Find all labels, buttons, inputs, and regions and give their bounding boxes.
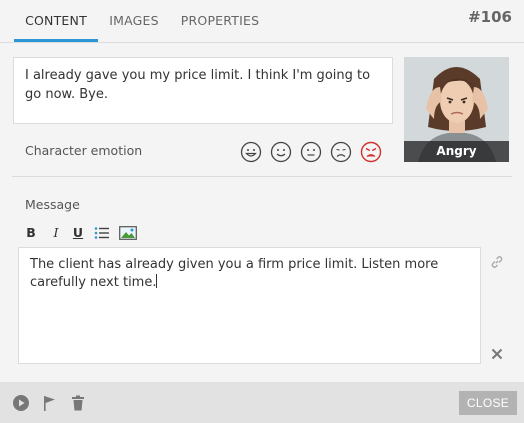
- footer-bar: CLOSE: [0, 382, 524, 423]
- message-text: The client has already given you a firm …: [30, 257, 439, 290]
- close-button[interactable]: CLOSE: [459, 391, 517, 415]
- italic-button[interactable]: I: [47, 224, 65, 242]
- active-tab-indicator: [14, 39, 98, 42]
- tab-bar: CONTENT IMAGES PROPERTIES #106: [0, 0, 524, 43]
- insert-image-icon[interactable]: [119, 224, 137, 242]
- bold-button[interactable]: B: [22, 224, 40, 242]
- link-icon[interactable]: [490, 254, 504, 268]
- text-caret: [156, 274, 158, 288]
- flag-icon[interactable]: [41, 394, 59, 412]
- message-text-field[interactable]: The client has already given you a firm …: [18, 247, 481, 364]
- underline-button[interactable]: U: [69, 224, 87, 242]
- card-number: #106: [468, 8, 512, 26]
- section-divider: [12, 176, 512, 177]
- trash-icon[interactable]: [69, 394, 87, 412]
- character-emotion-label: Character emotion: [25, 143, 143, 158]
- character-portrait[interactable]: Angry: [404, 57, 509, 162]
- delete-message-icon[interactable]: [491, 345, 503, 360]
- character-line-field[interactable]: I already gave you my price limit. I thi…: [13, 57, 393, 124]
- sad-face-icon[interactable]: [330, 141, 352, 163]
- tab-properties[interactable]: PROPERTIES: [176, 0, 264, 41]
- happy-face-icon[interactable]: [270, 141, 292, 163]
- message-label: Message: [25, 197, 80, 212]
- portrait-emotion-label: Angry: [404, 141, 509, 162]
- play-icon[interactable]: [12, 394, 30, 412]
- bullet-list-icon[interactable]: [93, 224, 111, 242]
- tab-images[interactable]: IMAGES: [104, 0, 164, 41]
- angry-face-icon[interactable]: [360, 141, 382, 163]
- tab-content[interactable]: CONTENT: [14, 0, 98, 41]
- neutral-face-icon[interactable]: [300, 141, 322, 163]
- very-happy-face-icon[interactable]: [240, 141, 262, 163]
